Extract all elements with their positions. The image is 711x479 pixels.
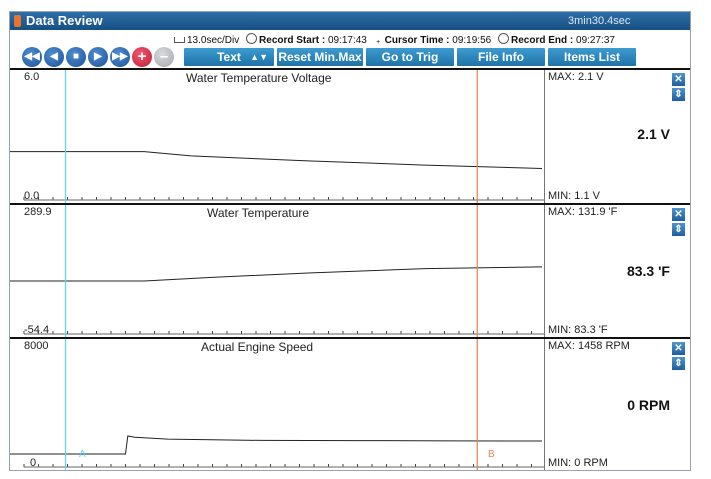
series-line [10, 151, 543, 169]
graph-panel-1: 6.0 Water Temperature Voltage 0.0 MAX: 2… [10, 68, 690, 203]
close-icon[interactable]: ✕ [672, 342, 685, 355]
display-mode-select[interactable]: Text ▲▼ [184, 48, 274, 66]
stop-button[interactable]: ■ [66, 47, 86, 67]
record-duration: 3min30.4sec [568, 15, 631, 27]
close-icon[interactable]: ✕ [672, 208, 685, 221]
current-value: 2.1 V [637, 126, 670, 142]
clock-icon [498, 33, 509, 44]
play-button[interactable]: ▶ [88, 47, 108, 67]
record-start-label: Record Start : [259, 35, 326, 46]
rewind-button[interactable]: ◀◀ [22, 47, 42, 67]
step-back-button[interactable]: ◀ [44, 47, 64, 67]
graph-panel-3: 8000 Actual Engine Speed 0 A B MAX: 1458… [10, 337, 690, 470]
plot-svg [10, 339, 544, 470]
record-start-value: 09:17:43 [327, 35, 367, 46]
go-to-trig-button[interactable]: Go to Trig [366, 48, 454, 66]
close-icon[interactable]: ✕ [672, 73, 685, 86]
cursor-b-label: B [488, 449, 495, 460]
value-sidebar: MAX: 1458 RPM 0 RPM MIN: 0 RPM ✕ ⇕ [545, 339, 690, 470]
cursor-time-label: Cursor Time : [384, 35, 450, 46]
updown-arrow-icon: ▲▼ [250, 52, 268, 62]
expand-icon[interactable]: ⇕ [672, 223, 685, 236]
clock-icon [246, 33, 258, 44]
fast-forward-button[interactable]: ▶▶ [110, 47, 130, 67]
zoom-in-button[interactable]: + [132, 47, 152, 67]
current-value: 83.3 'F [626, 263, 670, 279]
graph-panel-2: 289.9 Water Temperature -54.4 MAX: 131.9… [10, 203, 690, 337]
window-title: Data Review [26, 13, 103, 28]
cursor-a-label: A [79, 449, 86, 460]
zoom-out-button[interactable]: – [154, 47, 174, 67]
series-line [10, 266, 543, 282]
max-value: MAX: 1458 RPM [548, 340, 630, 352]
title-bar: Data Review 3min30.4sec [10, 12, 690, 30]
time-scale: 13.0sec/Div [187, 35, 240, 46]
value-sidebar: MAX: 131.9 'F 83.3 'F MIN: 83.3 'F ✕ ⇕ [545, 205, 690, 337]
data-review-window: Data Review 3min30.4sec 13.0sec/Div Reco… [9, 11, 691, 471]
app-icon [14, 15, 21, 27]
plot-svg [10, 70, 544, 203]
display-mode-value: Text [217, 50, 241, 64]
scale-icon [174, 37, 185, 43]
items-list-button[interactable]: Items List [548, 48, 636, 66]
crosshair-icon: + [376, 39, 381, 46]
plot-area[interactable]: 6.0 Water Temperature Voltage 0.0 [10, 70, 545, 203]
min-value: MIN: 1.1 V [548, 190, 600, 202]
file-info-button[interactable]: File Info [457, 48, 545, 66]
plot-area[interactable]: 289.9 Water Temperature -54.4 [10, 205, 545, 337]
series-line [10, 435, 543, 455]
expand-icon[interactable]: ⇕ [672, 88, 685, 101]
record-end-label: Record End : [511, 35, 574, 46]
current-value: 0 RPM [627, 397, 670, 413]
cursor-time-value: 09:19:56 [452, 35, 492, 46]
record-end-value: 09:27:37 [576, 35, 615, 46]
expand-icon[interactable]: ⇕ [672, 357, 685, 370]
max-value: MAX: 2.1 V [548, 71, 604, 83]
playback-toolbar: ◀◀ ◀ ■ ▶ ▶▶ + – Text ▲▼ Reset Min.Max Go… [22, 47, 686, 67]
record-info-bar: 13.0sec/Div Record Start : 09:17:43 + Cur… [170, 33, 615, 47]
max-value: MAX: 131.9 'F [548, 206, 618, 218]
plot-area[interactable]: 8000 Actual Engine Speed 0 A B [10, 339, 545, 470]
value-sidebar: MAX: 2.1 V 2.1 V MIN: 1.1 V ✕ ⇕ [545, 70, 690, 203]
reset-min-max-button[interactable]: Reset Min.Max [277, 48, 363, 66]
min-value: MIN: 0 RPM [548, 457, 608, 469]
min-value: MIN: 83.3 'F [548, 324, 608, 336]
plot-svg [10, 205, 544, 337]
